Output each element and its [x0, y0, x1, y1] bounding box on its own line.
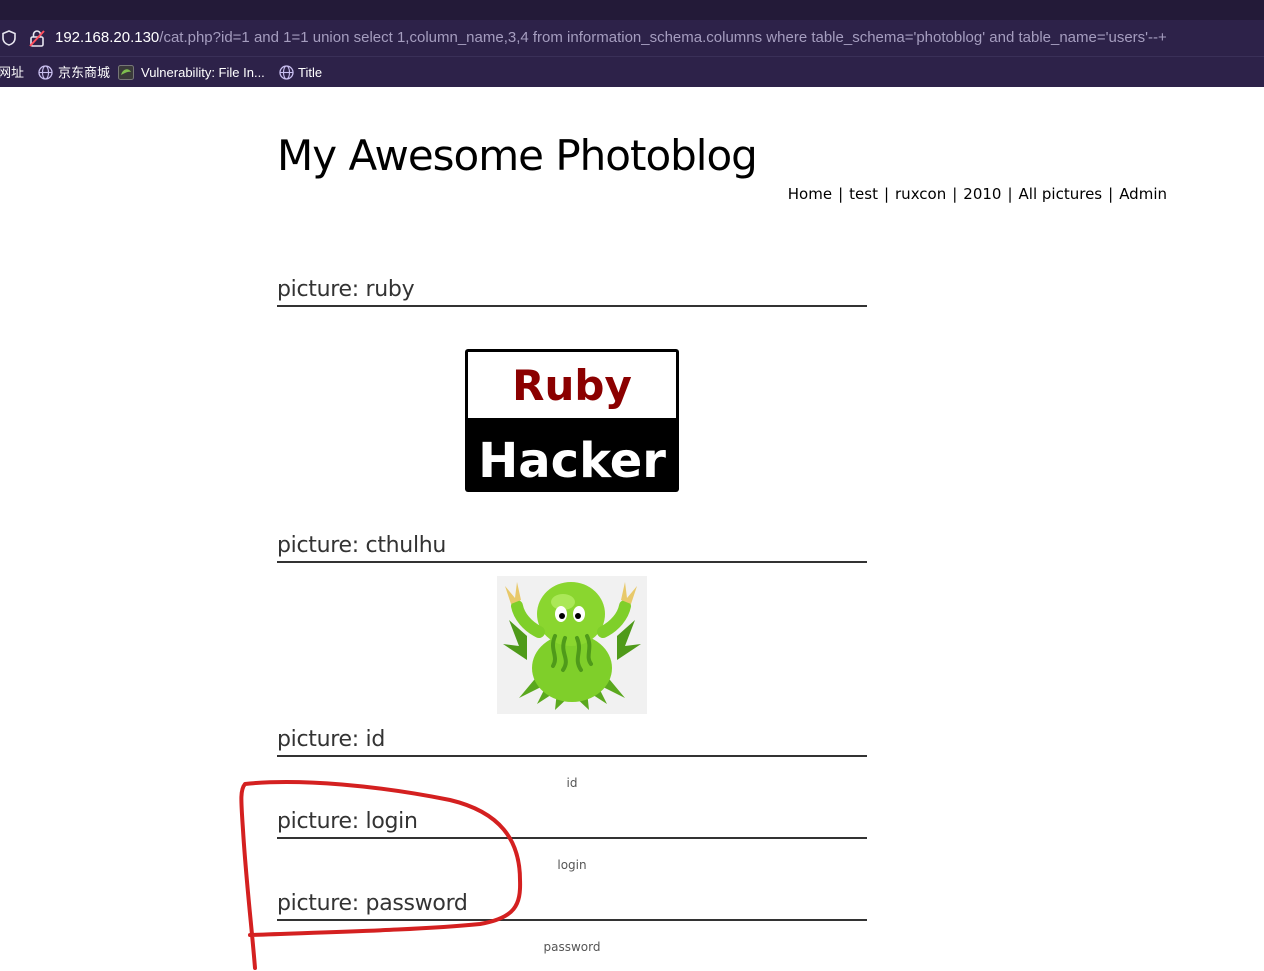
ruby-hacker-image[interactable]: Ruby Hacker	[464, 348, 680, 493]
picture-heading-ruby[interactable]: picture: ruby	[277, 275, 867, 307]
picture-heading-cthulhu[interactable]: picture: cthulhu	[277, 531, 867, 563]
bookmark-label: 京东商城	[58, 65, 111, 80]
picture-caption-password: password	[543, 940, 601, 954]
picture-heading-login[interactable]: picture: login	[277, 807, 867, 839]
nav-all-pictures[interactable]: All pictures	[1019, 185, 1103, 203]
cthulhu-image[interactable]	[497, 576, 647, 714]
bookmarks-toolbar: 网址 京东商城 Vulnerability: File In... Title	[0, 56, 1264, 87]
insecure-lock-icon[interactable]	[29, 29, 45, 47]
globe-icon	[38, 65, 53, 80]
picture-heading-password[interactable]: picture: password	[277, 889, 867, 921]
nav-separator: |	[883, 185, 890, 203]
nav-2010[interactable]: 2010	[963, 185, 1001, 203]
bookmark-title[interactable]: Title	[279, 57, 322, 88]
nav-test[interactable]: test	[849, 185, 878, 203]
url-path: /cat.php?id=1 and 1=1 union select 1,col…	[159, 29, 1167, 46]
url-host: 192.168.20.130	[55, 29, 160, 46]
main-nav: Home | test | ruxcon | 2010 | All pictures | Admin	[788, 183, 1167, 205]
nav-separator: |	[1007, 185, 1013, 203]
nav-ruxcon[interactable]: ruxcon	[895, 185, 946, 203]
nav-separator: |	[1108, 185, 1114, 203]
bookmark-label: Vulnerability: File In...	[141, 65, 265, 80]
url-text[interactable]: 192.168.20.130/cat.php?id=1 and 1=1 unio…	[55, 27, 1167, 49]
globe-icon	[279, 65, 294, 80]
picture-caption-id: id	[566, 776, 578, 790]
logo-text-ruby: Ruby	[512, 361, 632, 410]
bookmark-label: Title	[298, 65, 323, 80]
bookmark-label: 网址	[0, 65, 25, 80]
browser-top-strip	[0, 0, 1264, 20]
nav-separator: |	[952, 185, 958, 203]
nav-admin[interactable]: Admin	[1119, 185, 1167, 203]
dvwa-icon	[118, 65, 134, 80]
nav-home[interactable]: Home	[788, 185, 832, 203]
site-title: My Awesome Photoblog	[277, 131, 758, 180]
shield-icon[interactable]	[2, 30, 16, 46]
bookmark-jd[interactable]: 京东商城	[38, 57, 110, 88]
picture-caption-login: login	[557, 858, 587, 872]
bookmark-wangzhi[interactable]: 网址	[0, 57, 24, 88]
bookmark-dvwa[interactable]: Vulnerability: File In...	[118, 57, 265, 88]
picture-heading-id[interactable]: picture: id	[277, 725, 867, 757]
nav-separator: |	[838, 185, 844, 203]
logo-text-hacker: Hacker	[478, 433, 666, 489]
